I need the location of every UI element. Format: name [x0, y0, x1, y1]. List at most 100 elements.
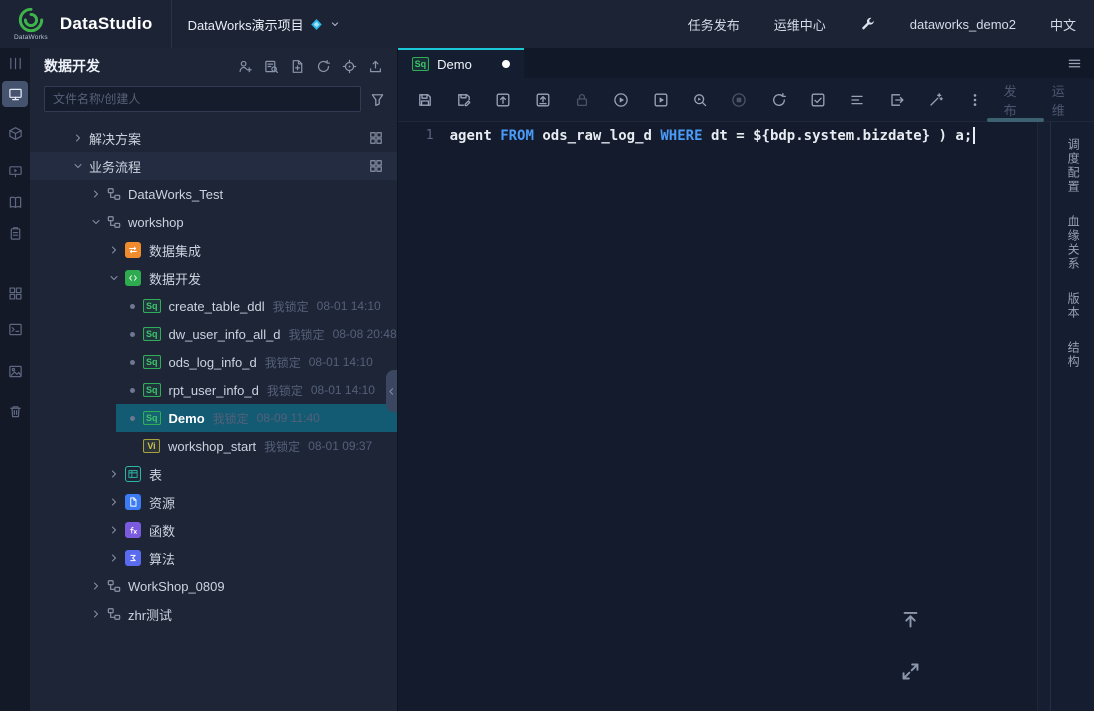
editor-scrollbar-track[interactable]	[1037, 122, 1050, 711]
nav-docs[interactable]	[2, 189, 28, 215]
nav-datastudio[interactable]	[2, 81, 28, 107]
filter-button[interactable]	[370, 92, 385, 107]
product-title: DataStudio	[59, 14, 153, 33]
validate-button[interactable]	[807, 88, 829, 112]
nav-recycle-bin[interactable]	[2, 398, 28, 424]
node-status-dot	[130, 303, 135, 309]
board-view-icon[interactable]	[369, 159, 383, 173]
tree-item-flow[interactable]: WorkShop_0809	[30, 572, 397, 600]
panel-title: 数据开发	[44, 58, 100, 74]
tree-item-label: 数据开发	[149, 271, 202, 287]
chevron-down-icon[interactable]	[90, 216, 102, 228]
tree-item-data-integration[interactable]: 数据集成	[30, 236, 397, 264]
nav-screen[interactable]	[2, 158, 28, 184]
tree-item-solutions[interactable]: 解决方案	[30, 124, 397, 152]
new-file-icon[interactable]	[290, 59, 305, 74]
account-name[interactable]: dataworks_demo2	[910, 17, 1016, 32]
tree-item-flow[interactable]: workshop	[30, 208, 397, 236]
chevron-right-icon[interactable]	[108, 496, 120, 508]
tree-item-tables[interactable]: 表	[30, 460, 397, 488]
search-input[interactable]	[44, 86, 361, 112]
tab-list-menu-button[interactable]	[1055, 48, 1094, 78]
tree-item-node[interactable]: Sq create_table_ddl 我锁定 08-01 14:10	[30, 292, 397, 320]
save-as-button[interactable]	[453, 88, 475, 112]
nav-ops-center[interactable]: 运维中心	[774, 15, 826, 34]
ops-button-disabled[interactable]: 运维	[1052, 81, 1076, 119]
board-view-icon[interactable]	[369, 131, 383, 145]
chevron-right-icon[interactable]	[72, 132, 84, 144]
publish-button-disabled[interactable]: 发布	[1004, 81, 1028, 119]
chevron-right-icon[interactable]	[108, 468, 120, 480]
lock-time: 08-01 14:10	[310, 383, 375, 397]
tree-item-functions[interactable]: 函数	[30, 516, 397, 544]
query-plan-button[interactable]	[689, 88, 711, 112]
code-editor[interactable]: 1 agent FROM ods_raw_log_d WHERE dt = ${…	[398, 118, 1050, 711]
steal-lock-button[interactable]	[925, 88, 947, 112]
tree-item-flow[interactable]: DataWorks_Test	[30, 180, 397, 208]
stop-icon	[732, 92, 747, 107]
tree-item-node[interactable]: Sq dw_user_info_all_d 我锁定 08-08 20:48	[30, 320, 397, 348]
advanced-run-button[interactable]	[650, 88, 672, 112]
editor-hscrollbar-thumb[interactable]	[987, 118, 1044, 122]
chevron-right-icon[interactable]	[108, 552, 120, 564]
sidebar-toggle-button[interactable]	[2, 50, 28, 76]
file-tree: 解决方案 业务流程 DataWorks_Test workshop 数据集成 数…	[30, 118, 397, 711]
panel-collapse-handle[interactable]	[385, 370, 397, 412]
format-button[interactable]	[846, 88, 868, 112]
tree-item-algorithms[interactable]: 算法	[30, 544, 397, 572]
back-to-top-button[interactable]	[896, 605, 924, 633]
wrench-button[interactable]	[860, 16, 876, 32]
tab-versions[interactable]: 版本	[1066, 292, 1080, 320]
submit-button[interactable]	[492, 88, 514, 112]
run-button[interactable]	[610, 88, 632, 112]
lock-button[interactable]	[571, 88, 593, 112]
chevron-down-icon[interactable]	[108, 272, 120, 284]
tree-item-label: 业务流程	[89, 159, 142, 175]
save-button[interactable]	[414, 88, 436, 112]
chevron-right-icon[interactable]	[90, 580, 102, 592]
language-switch[interactable]: 中文	[1050, 15, 1076, 34]
chevron-right-icon[interactable]	[90, 188, 102, 200]
stop-button[interactable]	[728, 88, 750, 112]
chevron-down-icon[interactable]	[72, 160, 84, 172]
commit-unlock-button[interactable]	[532, 88, 554, 112]
import-icon[interactable]	[368, 59, 383, 74]
nav-task-publish[interactable]: 任务发布	[688, 15, 740, 34]
sql-node-badge: Sq	[411, 57, 430, 71]
fullscreen-button[interactable]	[896, 657, 924, 685]
refresh-icon[interactable]	[316, 59, 331, 74]
tree-item-node[interactable]: Vi workshop_start 我锁定 08-01 09:37	[30, 432, 397, 460]
tree-item-data-development[interactable]: 数据开发	[30, 264, 397, 292]
grid-icon	[8, 286, 22, 300]
locate-icon[interactable]	[342, 59, 357, 74]
tab-lineage[interactable]: 血缘关系	[1066, 215, 1080, 271]
nav-extensions[interactable]	[2, 120, 28, 146]
columns-icon	[9, 57, 21, 69]
chevron-right-icon[interactable]	[108, 524, 120, 536]
nav-tasks[interactable]	[2, 220, 28, 246]
catalog-search-icon[interactable]	[264, 59, 279, 74]
reload-button[interactable]	[768, 88, 790, 112]
tree-item-node[interactable]: Sq rpt_user_info_d 我锁定 08-01 14:10	[30, 376, 397, 404]
tab-schedule-config[interactable]: 调度配置	[1066, 138, 1080, 194]
tree-item-node[interactable]: Sq ods_log_info_d 我锁定 08-01 14:10	[30, 348, 397, 376]
chevron-right-icon[interactable]	[108, 244, 120, 256]
more-button[interactable]	[964, 88, 986, 112]
tree-item-demo-selected[interactable]: Sq Demo 我锁定 08-09 11:40	[30, 404, 397, 432]
tree-item-flow[interactable]: zhr测试	[30, 600, 397, 628]
project-selector[interactable]: DataWorks演示项目	[188, 15, 341, 34]
nav-snippets[interactable]	[2, 316, 28, 342]
code-token: ${bdp.system.bizdate}	[753, 128, 931, 144]
add-member-icon[interactable]	[238, 59, 253, 74]
tree-item-resources[interactable]: 资源	[30, 488, 397, 516]
tree-item-business-flows[interactable]: 业务流程	[30, 152, 397, 180]
chevron-right-icon[interactable]	[90, 608, 102, 620]
export-button[interactable]	[886, 88, 908, 112]
project-verified-badge-icon	[310, 18, 322, 30]
tab-structure[interactable]: 结构	[1066, 341, 1080, 369]
node-status-dot	[130, 331, 135, 337]
lock-owner: 我锁定	[288, 327, 325, 342]
tab-demo[interactable]: Sq Demo	[397, 48, 524, 78]
nav-gallery[interactable]	[2, 358, 28, 384]
nav-grid[interactable]	[2, 280, 28, 306]
